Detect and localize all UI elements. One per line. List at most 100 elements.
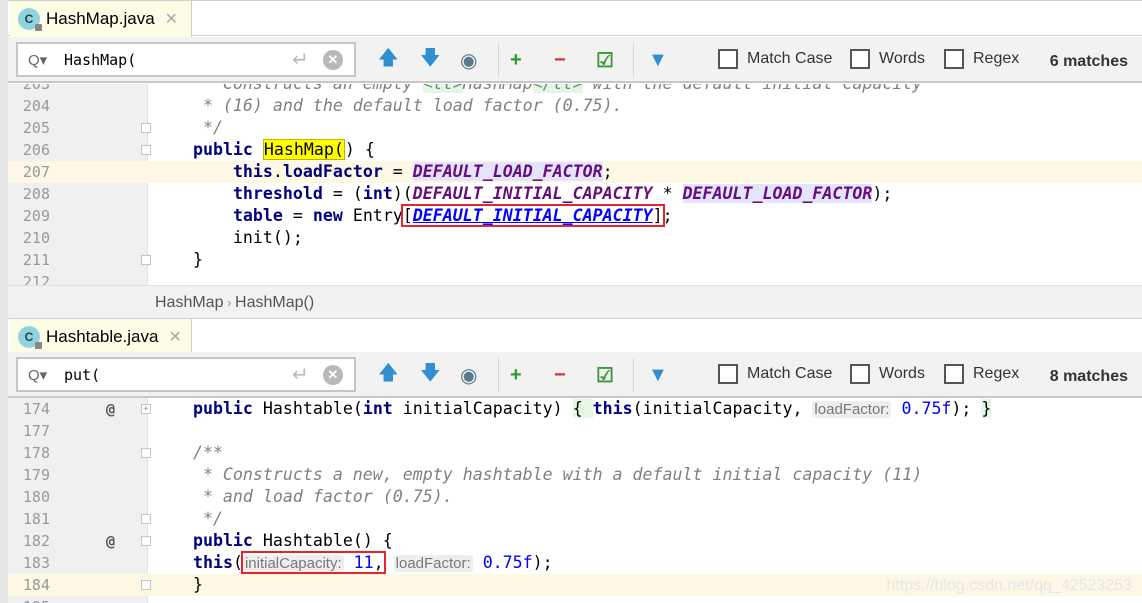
- previous-occurrence-icon[interactable]: 🡅: [378, 362, 399, 388]
- code-token: public: [192, 531, 253, 550]
- close-tab-icon[interactable]: ✕: [165, 9, 178, 29]
- code-token: }: [153, 575, 203, 594]
- toggle-selection-icon[interactable]: ☑: [596, 47, 614, 73]
- match-case-box[interactable]: [718, 49, 738, 69]
- match-case-checkbox[interactable]: Match Case: [718, 364, 832, 384]
- code-line: 179 * Constructs a new, empty hashtable …: [8, 464, 1142, 486]
- tab-bar: C Hashtable.java ✕: [8, 318, 1142, 355]
- line-number: 181: [22, 510, 50, 528]
- tab-hashtable-java[interactable]: C Hashtable.java ✕: [10, 319, 192, 355]
- fold-collapse-icon[interactable]: [141, 255, 151, 265]
- search-options-icon[interactable]: Q▾: [28, 51, 56, 69]
- code-token: .: [272, 162, 283, 181]
- newline-icon[interactable]: ↵: [292, 362, 309, 387]
- code-line: 204 * (16) and the default load factor (…: [8, 95, 1142, 117]
- line-number: 209: [22, 207, 50, 225]
- fold-collapse-icon[interactable]: [141, 580, 151, 590]
- fold-collapse-icon[interactable]: [141, 145, 151, 155]
- remove-selection-icon[interactable]: −: [554, 47, 566, 73]
- find-bar: Q▾ put(↵ ✕ 🡅 🡇 ◉ + − ☑ ▼ Match Case Words Regex 8 mat…: [8, 352, 1142, 398]
- code-token: init();: [153, 228, 303, 247]
- regex-box[interactable]: [944, 49, 964, 69]
- code-token: {: [572, 399, 593, 418]
- code-token: * (16) and the default load factor (0.75…: [153, 96, 623, 115]
- words-box[interactable]: [850, 364, 870, 384]
- fold-collapse-icon[interactable]: [141, 536, 151, 546]
- select-all-occurrences-icon[interactable]: ◉: [460, 362, 477, 388]
- code-text: * Constructs a new, empty hashtable with…: [153, 464, 922, 486]
- code-token: = (: [322, 184, 363, 203]
- add-selection-icon[interactable]: +: [510, 47, 522, 73]
- filter-icon[interactable]: ▼: [648, 47, 668, 73]
- next-occurrence-icon[interactable]: 🡇: [420, 362, 441, 388]
- remove-selection-icon[interactable]: −: [554, 362, 566, 388]
- code-text: init();: [153, 227, 303, 249]
- code-editor[interactable]: 174 @ + public Hashtable(int initialCapaci…: [8, 398, 1142, 603]
- newline-icon[interactable]: ↵: [292, 47, 309, 72]
- previous-occurrence-icon[interactable]: 🡅: [378, 47, 399, 73]
- regex-checkbox[interactable]: Regex: [944, 49, 1019, 69]
- search-highlight: HashMap(: [262, 139, 345, 160]
- code-token: }: [153, 250, 203, 269]
- code-token: ]: [652, 206, 663, 225]
- code-token: 0.75f: [482, 553, 533, 572]
- search-input[interactable]: put(: [64, 366, 284, 384]
- match-case-checkbox[interactable]: Match Case: [718, 49, 832, 69]
- code-text: table = new Entry[DEFAULT_INITIAL_CAPACI…: [153, 204, 673, 227]
- search-options-icon[interactable]: Q▾: [28, 366, 56, 384]
- regex-box[interactable]: [944, 364, 964, 384]
- code-line: 205 */: [8, 117, 1142, 139]
- clear-search-icon[interactable]: ✕: [322, 49, 343, 70]
- code-token: * Constructs a new, empty hashtable with…: [153, 465, 923, 484]
- search-field[interactable]: Q▾ HashMap( ↵ ✕: [16, 42, 356, 77]
- words-checkbox[interactable]: Words: [850, 364, 925, 384]
- code-token: )(: [392, 184, 413, 203]
- code-token: =: [282, 206, 313, 225]
- override-marker-icon[interactable]: @: [106, 398, 115, 420]
- code-token: */: [153, 509, 223, 528]
- clear-search-icon[interactable]: ✕: [322, 364, 343, 385]
- code-token: Hashtable(: [252, 399, 363, 418]
- words-box[interactable]: [850, 49, 870, 69]
- override-marker-icon[interactable]: @: [106, 530, 115, 552]
- fold-expand-icon[interactable]: +: [141, 404, 151, 414]
- search-input[interactable]: HashMap(: [64, 51, 284, 69]
- words-checkbox[interactable]: Words: [850, 49, 925, 69]
- code-token: table: [232, 206, 283, 225]
- breadcrumb-item[interactable]: HashMap(): [235, 294, 314, 311]
- line-number: 180: [22, 488, 50, 506]
- select-all-occurrences-icon[interactable]: ◉: [460, 47, 477, 73]
- fold-collapse-icon[interactable]: [141, 123, 151, 133]
- code-token: */: [153, 118, 223, 137]
- toggle-selection-icon[interactable]: ☑: [596, 362, 614, 388]
- fold-collapse-icon[interactable]: [141, 448, 151, 458]
- code-token: new: [312, 206, 343, 225]
- code-token: int: [362, 184, 393, 203]
- code-line: 181 */: [8, 508, 1142, 530]
- tab-label: HashMap.java: [46, 9, 155, 28]
- watermark: https://blog.csdn.net/qq_42523253: [886, 577, 1132, 594]
- code-token: );: [532, 553, 553, 572]
- search-field[interactable]: Q▾ put( ↵ ✕: [16, 357, 356, 392]
- code-line: 208 threshold = (int)(DEFAULT_INITIAL_CA…: [8, 183, 1142, 205]
- filter-icon[interactable]: ▼: [648, 362, 668, 388]
- tab-hashmap-java[interactable]: C HashMap.java ✕: [10, 1, 192, 37]
- add-selection-icon[interactable]: +: [510, 362, 522, 388]
- line-number: 174: [22, 400, 50, 418]
- code-editor[interactable]: 203 * Constructs an empty <tt>HashMap</t…: [8, 84, 1142, 285]
- next-occurrence-icon[interactable]: 🡇: [420, 47, 441, 73]
- code-line: 177: [8, 420, 1142, 442]
- line-number: 207: [22, 163, 50, 181]
- code-token: HashMap: [463, 84, 533, 93]
- close-tab-icon[interactable]: ✕: [168, 327, 181, 347]
- fold-collapse-icon[interactable]: [141, 514, 151, 524]
- line-number: 177: [22, 422, 50, 440]
- match-case-box[interactable]: [718, 364, 738, 384]
- regex-checkbox[interactable]: Regex: [944, 364, 1019, 384]
- breadcrumb-item[interactable]: HashMap: [155, 294, 223, 311]
- code-line: 209 table = new Entry[DEFAULT_INITIAL_CA…: [8, 204, 1142, 227]
